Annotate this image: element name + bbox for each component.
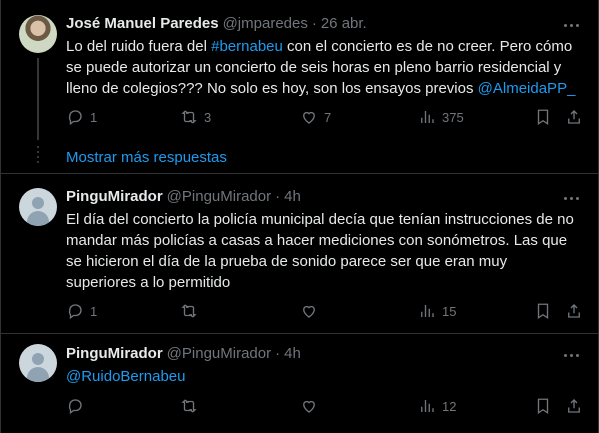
- thread-line: [37, 58, 39, 140]
- show-more-replies-link[interactable]: Mostrar más respuestas: [66, 149, 227, 166]
- author-name[interactable]: PinguMirador: [66, 345, 163, 362]
- views-button[interactable]: 12: [418, 397, 456, 415]
- heart-icon: [303, 305, 315, 318]
- tweet-text: El día del concierto la policía municipa…: [66, 209, 581, 293]
- tweet-header: PinguMirador @PinguMirador · 4h: [66, 345, 301, 362]
- tweet-2[interactable]: PinguMirador @PinguMirador · 4h El día d…: [0, 174, 599, 334]
- tweet-actions: 1 3 7 375: [58, 108, 588, 132]
- retweet-icon: [181, 399, 197, 413]
- share-icon: [568, 110, 580, 124]
- tweet-3[interactable]: PinguMirador @PinguMirador · 4h @RuidoBe…: [0, 334, 599, 433]
- author-handle[interactable]: @PinguMirador: [167, 345, 271, 362]
- reply-icon: [68, 110, 82, 126]
- like-button[interactable]: [300, 397, 324, 415]
- retweet-button[interactable]: [180, 397, 204, 415]
- text-segment: Lo del ruido fuera del: [66, 38, 212, 55]
- views-count: 12: [442, 398, 457, 414]
- reply-icon: [68, 399, 82, 415]
- share-button[interactable]: [565, 302, 583, 320]
- mention-link[interactable]: @RuidoBernabeu: [66, 368, 185, 385]
- bookmark-icon: [537, 398, 549, 415]
- bookmark-button[interactable]: [534, 302, 552, 320]
- tweet-header: José Manuel Paredes @jmparedes · 26 abr.: [66, 15, 367, 32]
- mention-link[interactable]: @AlmeidaPP_: [478, 80, 576, 97]
- timestamp[interactable]: 26 abr.: [321, 15, 367, 32]
- share-icon: [568, 399, 580, 413]
- avatar-head-shape: [32, 353, 44, 365]
- avatar[interactable]: [19, 344, 57, 382]
- more-options-icon[interactable]: [561, 17, 581, 33]
- like-count: 7: [324, 109, 332, 125]
- share-button[interactable]: [565, 397, 583, 415]
- thread-dots: [37, 146, 39, 166]
- reply-count: 1: [90, 303, 98, 319]
- share-icon: [568, 304, 580, 318]
- text-segment: El día del concierto la policía municipa…: [66, 211, 574, 291]
- views-icon: [421, 400, 434, 412]
- avatar-body-shape: [27, 367, 49, 382]
- like-button[interactable]: [300, 302, 324, 320]
- bookmark-button[interactable]: [534, 108, 552, 126]
- author-handle[interactable]: @jmparedes: [223, 15, 308, 32]
- bookmark-icon: [537, 303, 549, 320]
- reply-button[interactable]: 1: [66, 302, 97, 320]
- meta-separator: ·: [275, 345, 281, 362]
- retweet-button[interactable]: [180, 302, 204, 320]
- views-count: 375: [442, 109, 464, 125]
- reply-count: 1: [90, 109, 98, 125]
- tweet-text: @RuidoBernabeu: [66, 366, 581, 387]
- views-button[interactable]: 375: [418, 108, 464, 126]
- more-options-icon[interactable]: [561, 347, 581, 363]
- share-button[interactable]: [565, 108, 583, 126]
- bookmark-button[interactable]: [534, 397, 552, 415]
- hashtag-link[interactable]: #bernabeu: [211, 38, 283, 55]
- author-handle[interactable]: @PinguMirador: [167, 188, 271, 205]
- tweet-actions: 1 15: [58, 302, 588, 326]
- retweet-button[interactable]: 3: [180, 108, 211, 126]
- like-button[interactable]: 7: [300, 108, 331, 126]
- avatar-head-shape: [32, 197, 44, 209]
- tweet-1[interactable]: José Manuel Paredes @jmparedes · 26 abr.…: [0, 0, 599, 140]
- tweet-text: Lo del ruido fuera del #bernabeu con el …: [66, 36, 581, 99]
- avatar[interactable]: [19, 188, 57, 226]
- tweet-header: PinguMirador @PinguMirador · 4h: [66, 188, 301, 205]
- avatar-body-shape: [27, 211, 49, 226]
- reply-button[interactable]: 1: [66, 108, 97, 126]
- timestamp[interactable]: 4h: [284, 345, 301, 362]
- reply-button[interactable]: [66, 397, 90, 415]
- bookmark-icon: [537, 109, 549, 126]
- author-name[interactable]: José Manuel Paredes: [66, 15, 219, 32]
- views-button[interactable]: 15: [418, 302, 456, 320]
- retweet-icon: [181, 304, 197, 318]
- meta-separator: ·: [311, 15, 317, 32]
- views-icon: [421, 111, 434, 123]
- views-icon: [421, 305, 434, 317]
- heart-icon: [303, 400, 315, 413]
- views-count: 15: [442, 303, 457, 319]
- tweet-actions: 12: [58, 397, 588, 421]
- timestamp[interactable]: 4h: [284, 188, 301, 205]
- more-options-icon[interactable]: [561, 190, 581, 206]
- reply-icon: [68, 304, 82, 320]
- meta-separator: ·: [275, 188, 281, 205]
- avatar[interactable]: [19, 15, 57, 53]
- heart-icon: [303, 111, 315, 124]
- retweet-count: 3: [204, 109, 212, 125]
- retweet-icon: [181, 110, 197, 124]
- author-name[interactable]: PinguMirador: [66, 188, 163, 205]
